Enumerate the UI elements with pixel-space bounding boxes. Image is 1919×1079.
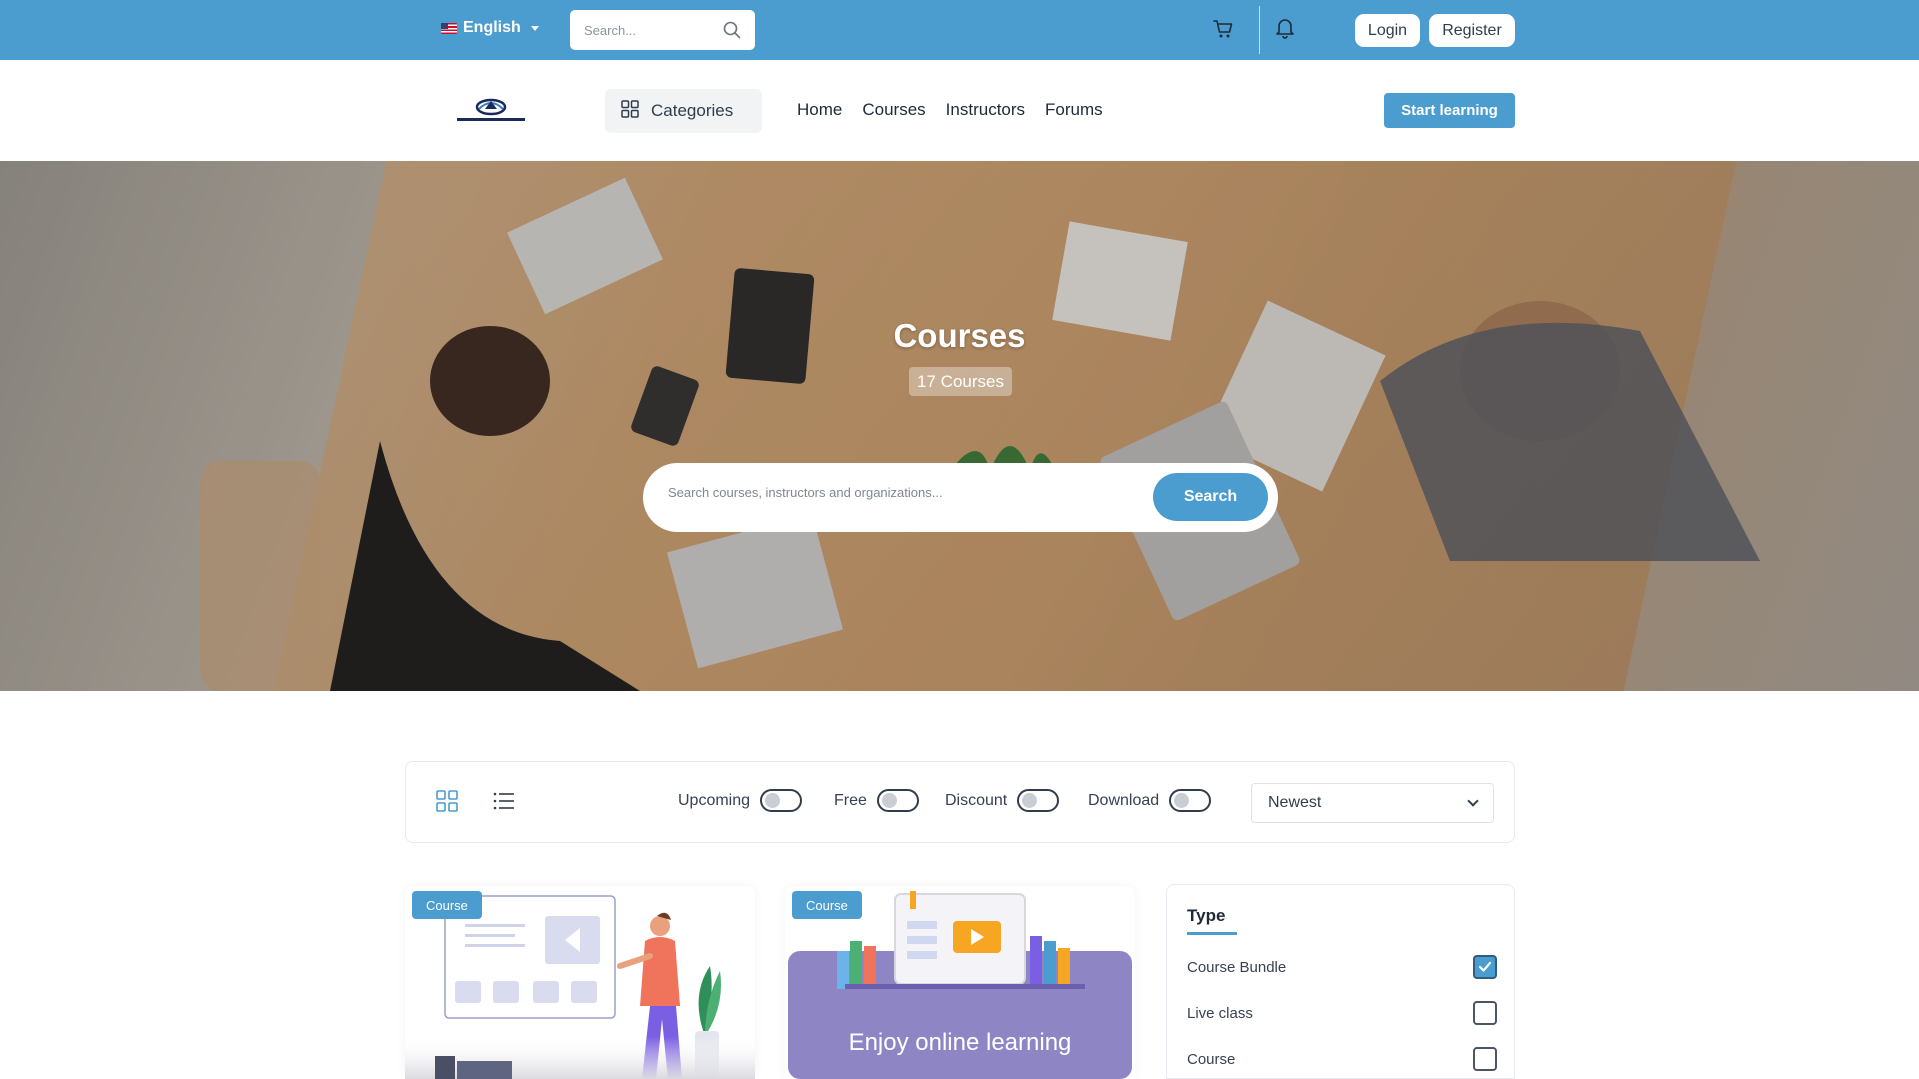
filter-download-label: Download: [1088, 791, 1160, 809]
title-underline: [1187, 932, 1237, 935]
type-filter-title: Type: [1187, 906, 1226, 925]
hero-banner: Courses 17 Courses Search: [0, 161, 1919, 691]
register-button[interactable]: Register: [1429, 14, 1515, 47]
language-label: English: [463, 19, 521, 36]
course-card[interactable]: Course Enjoy online learning: [785, 886, 1135, 1079]
filter-bar: Upcoming Free Discount Download Newest: [405, 761, 1515, 843]
course-bundle-checkbox[interactable]: [1473, 955, 1497, 979]
menu-item-courses[interactable]: Courses: [862, 100, 925, 120]
sort-select[interactable]: Newest: [1251, 783, 1494, 823]
course-checkbox[interactable]: [1473, 1047, 1497, 1071]
type-filter-panel: Type Course Bundle Live class Course: [1166, 884, 1515, 1079]
type-option-label: Course: [1187, 1050, 1236, 1068]
categories-button[interactable]: Categories: [605, 89, 762, 133]
grid-view-icon[interactable]: [436, 790, 458, 817]
type-option-course: Course: [1187, 1047, 1497, 1071]
main-menu: Home Courses Instructors Forums: [797, 100, 1103, 120]
language-selector[interactable]: English: [441, 19, 539, 37]
notification-bell-icon[interactable]: [1275, 17, 1295, 44]
hero-search-button[interactable]: Search: [1153, 473, 1268, 521]
us-flag-icon: [441, 22, 457, 34]
type-option-label: Course Bundle: [1187, 958, 1287, 976]
free-toggle[interactable]: [876, 789, 919, 812]
filter-free: Free: [834, 789, 919, 812]
course-card[interactable]: Course: [405, 886, 755, 1079]
menu-item-instructors[interactable]: Instructors: [946, 100, 1025, 120]
top-search-input[interactable]: [584, 22, 714, 38]
filter-free-label: Free: [834, 791, 867, 809]
course-type-badge: Course: [792, 891, 862, 919]
type-option-live-class: Live class: [1187, 1001, 1497, 1025]
menu-item-home[interactable]: Home: [797, 100, 842, 120]
start-learning-button[interactable]: Start learning: [1384, 93, 1515, 128]
page-title: Courses: [893, 317, 1026, 354]
course-count-badge: 17 Courses: [909, 367, 1012, 396]
upcoming-toggle[interactable]: [760, 789, 803, 812]
sort-selected-value: Newest: [1268, 794, 1322, 811]
hero-search-box: Search: [643, 463, 1278, 532]
hero-search-input[interactable]: [668, 485, 1148, 500]
login-button[interactable]: Login: [1355, 14, 1420, 47]
chevron-down-icon: [1467, 795, 1479, 807]
discount-toggle[interactable]: [1017, 789, 1060, 812]
course-type-badge: Course: [412, 891, 482, 919]
list-view-icon[interactable]: [493, 791, 515, 816]
hero-overlay: [0, 161, 1919, 691]
caret-down-icon: [530, 25, 539, 31]
filter-upcoming: Upcoming: [678, 789, 803, 812]
search-icon[interactable]: [723, 21, 741, 44]
site-logo[interactable]: [453, 95, 529, 125]
cart-icon[interactable]: [1212, 18, 1234, 45]
type-option-course-bundle: Course Bundle: [1187, 955, 1497, 979]
filter-discount: Discount: [945, 789, 1060, 812]
type-option-label: Live class: [1187, 1004, 1253, 1022]
download-toggle[interactable]: [1169, 789, 1212, 812]
top-bar: English Login Register: [0, 0, 1919, 60]
top-search-box: [570, 10, 755, 50]
topbar-divider: [1259, 6, 1260, 54]
checkmark-icon: [1478, 961, 1492, 972]
filter-upcoming-label: Upcoming: [678, 791, 751, 809]
filter-discount-label: Discount: [945, 791, 1008, 809]
grid-icon: [621, 99, 639, 123]
course-thumbnail-caption: Enjoy online learning: [848, 1029, 1072, 1056]
live-class-checkbox[interactable]: [1473, 1001, 1497, 1025]
filter-download: Download: [1088, 789, 1212, 812]
categories-label: Categories: [651, 101, 734, 120]
menu-item-forums[interactable]: Forums: [1045, 100, 1103, 120]
